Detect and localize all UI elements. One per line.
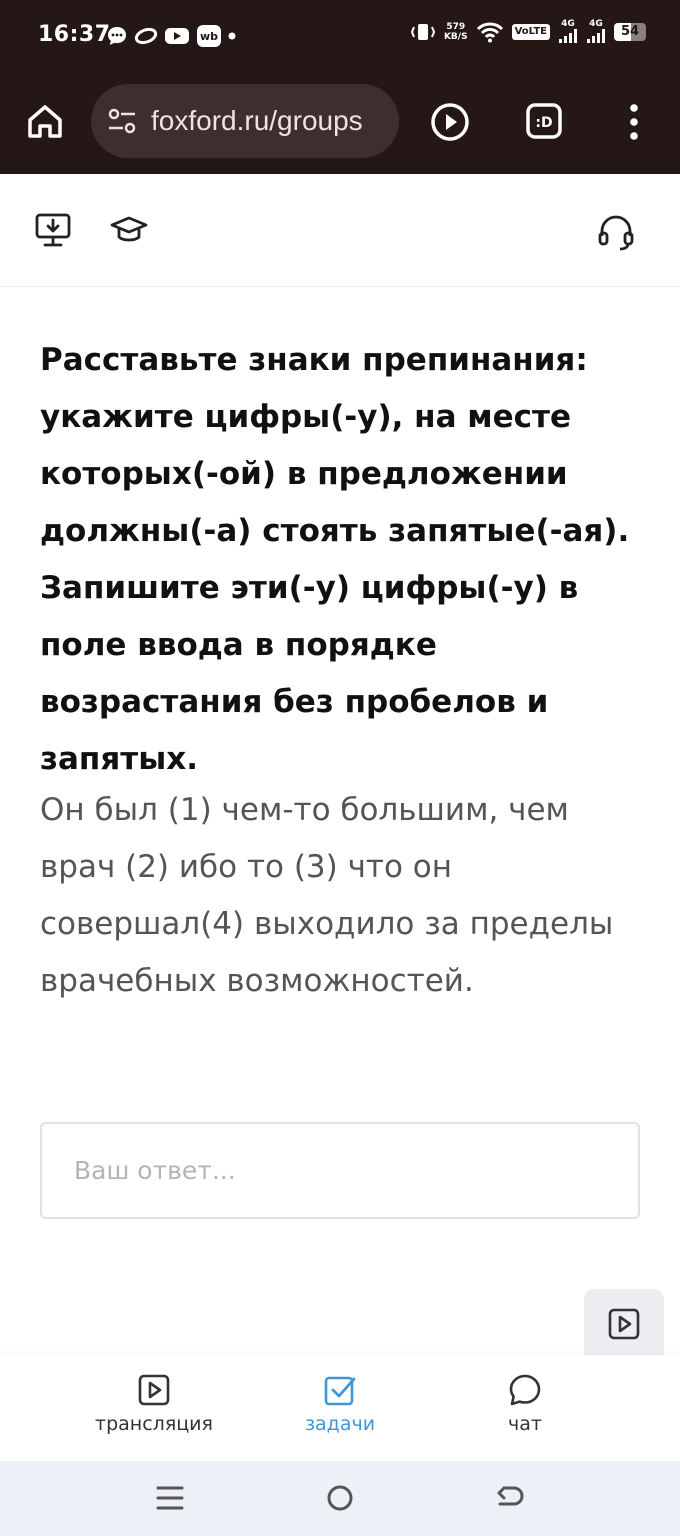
net-speed-value: 579 <box>446 21 466 32</box>
vibrate-icon <box>410 23 436 40</box>
home-circle-icon[interactable] <box>325 1483 355 1513</box>
wifi-icon <box>476 22 503 42</box>
task-content: Расставьте знаки препинания: укажите циф… <box>0 288 680 1359</box>
nav-item-tasks[interactable]: задачи <box>260 1373 420 1435</box>
volte-badge: VoLTE <box>511 23 550 40</box>
recent-apps-icon[interactable] <box>155 1483 185 1513</box>
play-circle-icon[interactable] <box>430 102 470 142</box>
chat-bubble-icon <box>509 1374 541 1406</box>
floating-video-button[interactable] <box>584 1289 664 1359</box>
battery-level: 54 <box>620 24 640 39</box>
site-settings-icon[interactable] <box>107 108 137 134</box>
svg-text:wb: wb <box>200 30 218 43</box>
sim1-label: 4G <box>561 19 575 29</box>
home-icon[interactable] <box>26 102 64 140</box>
graduation-cap-icon[interactable] <box>110 214 148 246</box>
signal-icon <box>559 29 577 43</box>
sim2-label: 4G <box>589 19 603 29</box>
play-square-icon <box>608 1308 640 1340</box>
notification-icons: wb <box>106 24 236 48</box>
status-right: 579 KB/S VoLTE 4G 4G 54 <box>410 20 646 43</box>
app-header <box>0 176 680 287</box>
status-bar: 16:37 wb 579 KB/S VoLTE 4G 4G 54 <box>0 0 680 72</box>
youtube-icon <box>165 28 189 44</box>
download-monitor-icon[interactable] <box>34 212 72 248</box>
oval-app-icon <box>134 27 158 45</box>
play-square-icon <box>138 1374 170 1406</box>
answer-input[interactable] <box>42 1124 638 1217</box>
nav-label-broadcast: трансляция <box>95 1413 213 1435</box>
battery-indicator: 54 <box>614 22 646 41</box>
system-navigation-bar <box>0 1461 680 1536</box>
status-time: 16:37 <box>38 22 111 47</box>
url-text[interactable]: foxford.ru/groups <box>151 105 363 137</box>
sim1-signal: 4G <box>558 20 578 43</box>
answer-field[interactable] <box>40 1122 640 1219</box>
bottom-nav: трансляция задачи чат <box>0 1355 680 1461</box>
svg-text::D: :D <box>535 115 552 131</box>
back-icon[interactable] <box>494 1483 526 1513</box>
more-notifications-dot-icon <box>228 32 236 40</box>
more-vert-icon[interactable] <box>622 102 646 142</box>
net-speed-unit: KB/S <box>443 31 468 42</box>
signal-icon <box>587 29 605 43</box>
headset-support-icon[interactable] <box>596 212 636 252</box>
nav-label-chat: чат <box>508 1413 542 1435</box>
chat-notification-icon <box>108 27 126 45</box>
nav-label-tasks: задачи <box>304 1413 376 1435</box>
wildberries-icon: wb <box>197 25 221 47</box>
nav-item-broadcast[interactable]: трансляция <box>74 1373 234 1435</box>
task-instruction: Расставьте знаки препинания: укажите циф… <box>40 342 630 777</box>
sim2-signal: 4G <box>586 20 606 43</box>
browser-toolbar: foxford.ru/groups :D <box>0 72 680 174</box>
network-speed: 579 KB/S <box>444 22 468 42</box>
extension-face-icon[interactable]: :D <box>525 102 563 140</box>
screen: 16:37 wb 579 KB/S VoLTE 4G 4G 54 foxford… <box>0 0 680 1536</box>
task-sentence: Он был (1) чем-то большим, чем врач (2) … <box>40 792 614 999</box>
url-bar[interactable]: foxford.ru/groups <box>91 84 399 158</box>
nav-item-chat[interactable]: чат <box>445 1373 605 1435</box>
checkbox-icon <box>324 1376 356 1406</box>
